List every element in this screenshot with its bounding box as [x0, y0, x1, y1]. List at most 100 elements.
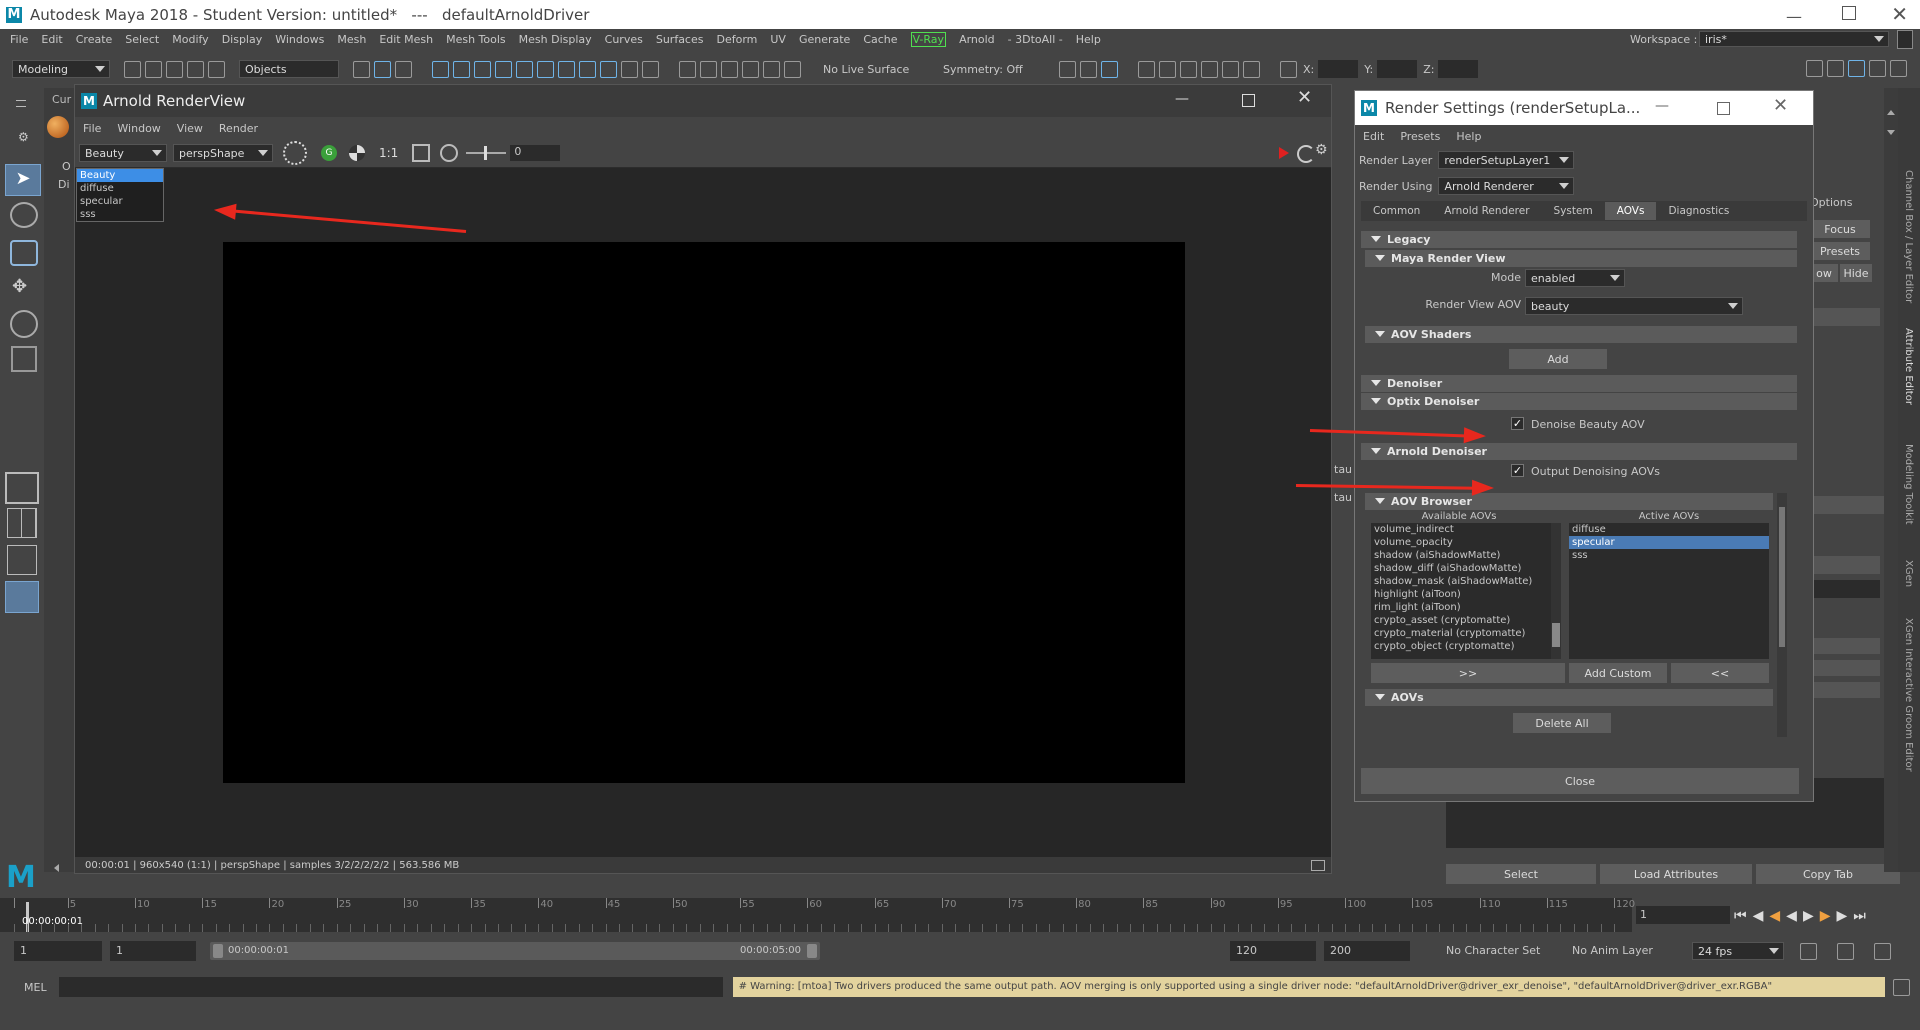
- ae-presets-button[interactable]: Presets: [1810, 242, 1870, 260]
- renderview-close-button[interactable]: ✕: [1297, 87, 1312, 108]
- input-ops-icon[interactable]: [700, 60, 717, 78]
- aov-option[interactable]: Beauty: [77, 169, 163, 182]
- script-editor-icon[interactable]: [1892, 978, 1910, 996]
- select-tool-icon[interactable]: ➤: [5, 164, 41, 196]
- active-aovs-list[interactable]: diffuse specular sss: [1569, 523, 1769, 659]
- side-tab-xgen[interactable]: XGen: [1903, 560, 1914, 587]
- renderview-maximize-button[interactable]: [1242, 94, 1255, 107]
- menu-item-13[interactable]: Deform: [716, 33, 757, 46]
- new-scene-icon[interactable]: [124, 60, 141, 78]
- move-left-button[interactable]: <<: [1671, 663, 1769, 683]
- rs-close-button[interactable]: ✕: [1773, 95, 1788, 116]
- anim-layer-field[interactable]: No Anim Layer: [1572, 941, 1672, 961]
- available-aov-item[interactable]: volume_opacity: [1371, 536, 1551, 549]
- output-denoising-checkbox[interactable]: ✓: [1511, 464, 1524, 477]
- render-view-aov-select[interactable]: beauty: [1525, 297, 1743, 315]
- renderview-minimize-button[interactable]: —: [1175, 91, 1189, 107]
- aov-select[interactable]: Beauty: [79, 144, 167, 162]
- go-to-start-icon[interactable]: ⏮: [1734, 908, 1747, 924]
- active-aov-item[interactable]: diffuse: [1569, 523, 1769, 536]
- tool-settings-icon[interactable]: [1869, 60, 1886, 77]
- range-start-outer-field[interactable]: 1: [14, 941, 102, 961]
- minimize-button[interactable]: —: [1786, 7, 1802, 26]
- exposure-value[interactable]: 0: [510, 145, 561, 161]
- history-icon[interactable]: [679, 60, 696, 78]
- close-button[interactable]: ✕: [1891, 2, 1908, 26]
- light-editor-icon[interactable]: [1180, 60, 1197, 78]
- ae-show-button[interactable]: ow: [1810, 264, 1838, 282]
- ae-scrollbar[interactable]: [1884, 88, 1898, 872]
- menu-item-16[interactable]: Cache: [863, 33, 897, 46]
- channel-box-icon[interactable]: [1890, 60, 1907, 77]
- character-set-field[interactable]: No Character Set: [1446, 941, 1556, 961]
- menu-item-14[interactable]: UV: [770, 33, 786, 46]
- section-denoiser[interactable]: Denoiser: [1361, 375, 1797, 392]
- rs-tab-3[interactable]: AOVs: [1604, 202, 1657, 220]
- step-forward-key-icon[interactable]: ▶: [1837, 908, 1848, 924]
- menu-item-5[interactable]: Display: [222, 33, 263, 46]
- aov-option[interactable]: specular: [77, 195, 163, 208]
- available-aov-item[interactable]: volume_indirect: [1371, 523, 1551, 536]
- section-optix-denoiser[interactable]: Optix Denoiser: [1361, 393, 1797, 410]
- side-tab-xgen-groom[interactable]: XGen Interactive Groom Editor: [1903, 618, 1914, 772]
- redo-icon[interactable]: [208, 60, 225, 78]
- menu-item-0[interactable]: File: [10, 33, 28, 46]
- delete-all-button[interactable]: Delete All: [1513, 713, 1611, 733]
- renderview-menu-item-0[interactable]: File: [83, 122, 101, 135]
- lasso-tool-icon[interactable]: [10, 202, 38, 228]
- available-aov-item[interactable]: shadow_mask (aiShadowMatte): [1371, 575, 1551, 588]
- available-aov-item[interactable]: crypto_object (cryptomatte): [1371, 640, 1551, 653]
- active-aov-item[interactable]: sss: [1569, 549, 1769, 562]
- rs-tab-0[interactable]: Common: [1361, 202, 1432, 220]
- close-button[interactable]: Close: [1361, 768, 1799, 794]
- rs-menu-item-0[interactable]: Edit: [1363, 130, 1384, 143]
- region-render-icon[interactable]: [283, 141, 307, 165]
- available-aovs-list[interactable]: volume_indirect volume_opacity shadow (aiS…: [1371, 523, 1551, 659]
- play-forward-icon[interactable]: ▶: [1803, 908, 1814, 924]
- snap-vertex-icon[interactable]: [537, 60, 554, 78]
- lock-selection-icon[interactable]: [621, 60, 638, 78]
- side-tab-modeling-toolkit[interactable]: Modeling Toolkit: [1903, 444, 1914, 525]
- statusbar-toggle-icon[interactable]: [1311, 860, 1325, 871]
- range-end-outer-field[interactable]: 200: [1324, 941, 1410, 961]
- auto-key-icon[interactable]: [1800, 942, 1817, 960]
- snap-help-icon[interactable]: [600, 60, 617, 78]
- aov-shaders-add-button[interactable]: Add: [1509, 349, 1607, 369]
- render-viewport[interactable]: [75, 168, 1331, 858]
- menu-item-17[interactable]: V-Ray: [910, 31, 947, 47]
- undo-icon[interactable]: [187, 60, 204, 78]
- snap-grid-icon[interactable]: [432, 60, 449, 78]
- step-back-frame-icon[interactable]: ◀: [1769, 908, 1780, 924]
- mode-select[interactable]: enabled: [1525, 269, 1625, 287]
- single-pane-icon[interactable]: [5, 472, 39, 504]
- renderview-settings-gear-icon[interactable]: ⚙: [1315, 142, 1328, 158]
- ae-options-tab[interactable]: Options: [1810, 196, 1852, 209]
- fps-select[interactable]: 24 fps: [1692, 942, 1784, 960]
- construction-icon[interactable]: [784, 60, 801, 78]
- range-end-inner-field[interactable]: 120: [1230, 941, 1316, 961]
- available-aov-item[interactable]: shadow (aiShadowMatte): [1371, 549, 1551, 562]
- ae-copy-tab-button[interactable]: Copy Tab: [1756, 864, 1900, 884]
- snap-view-icon[interactable]: [495, 60, 512, 78]
- snap-surface-icon[interactable]: [516, 60, 533, 78]
- section-legacy[interactable]: Legacy: [1361, 231, 1797, 248]
- pause-icon[interactable]: [1243, 60, 1260, 78]
- menu-item-8[interactable]: Edit Mesh: [379, 33, 433, 46]
- rs-render-using-select[interactable]: Arnold Renderer: [1438, 177, 1575, 195]
- section-aovs[interactable]: AOVs: [1365, 689, 1773, 706]
- lock-icon[interactable]: [1897, 30, 1913, 49]
- rs-maximize-button[interactable]: [1717, 102, 1730, 115]
- layout-icon[interactable]: [1827, 60, 1844, 77]
- paint-select-icon[interactable]: [10, 240, 38, 266]
- outliner-layout-icon[interactable]: [5, 581, 39, 613]
- section-aov-shaders[interactable]: AOV Shaders: [1365, 326, 1797, 343]
- move-right-button[interactable]: >>: [1371, 663, 1565, 683]
- add-custom-button[interactable]: Add Custom: [1569, 663, 1667, 683]
- display-settings-icon[interactable]: [349, 145, 365, 161]
- move-tool-icon[interactable]: ✥: [12, 276, 32, 297]
- toolbox-menu-icon[interactable]: [16, 100, 26, 107]
- menu-item-19[interactable]: - 3DtoAll -: [1008, 33, 1063, 46]
- color-channel-icon[interactable]: G: [321, 145, 337, 161]
- menu-set-select[interactable]: Modeling: [12, 60, 110, 78]
- hypershade-icon[interactable]: [1138, 60, 1155, 78]
